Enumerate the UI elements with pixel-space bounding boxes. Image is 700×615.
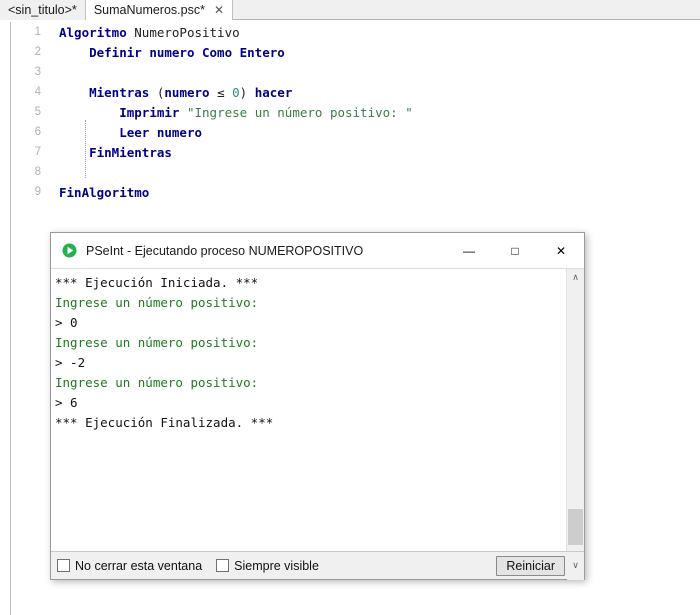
code-line: 4 Mientras (numero ≤ 0) hacer: [11, 82, 700, 102]
code-line: 3: [11, 62, 700, 82]
line-number: 5: [34, 106, 41, 118]
checkbox-label: No cerrar esta ventana: [75, 558, 203, 573]
checkbox-no-cerrar[interactable]: No cerrar esta ventana: [57, 559, 202, 573]
console-line: Ingrese un número positivo:: [55, 335, 259, 350]
line-number: 6: [34, 126, 41, 138]
tab-label: SumaNumeros.psc*: [93, 3, 205, 17]
code-text[interactable]: Definir numero Como Entero: [49, 42, 700, 62]
code-line: 2 Definir numero Como Entero: [11, 42, 700, 62]
console-line: Ingrese un número positivo:: [55, 295, 259, 310]
line-number: 3: [34, 66, 41, 78]
tab-bar: <sin_titulo>* SumaNumeros.psc* ✕: [0, 0, 700, 20]
line-number: 9: [34, 186, 41, 198]
console-line: > 0: [55, 315, 78, 330]
code-text[interactable]: FinMientras: [49, 142, 700, 162]
checkbox-box[interactable]: [57, 559, 70, 572]
line-number: 2: [34, 46, 41, 58]
line-number: 1: [34, 26, 41, 38]
scrollbar-thumb[interactable]: [568, 509, 583, 545]
dialog-body: *** Ejecución Iniciada. *** Ingrese un nú…: [51, 268, 584, 551]
code-line: 6 Leer numero: [11, 122, 700, 142]
console-output[interactable]: *** Ejecución Iniciada. *** Ingrese un nú…: [51, 269, 566, 551]
line-number: 7: [34, 146, 41, 158]
line-number: 4: [34, 86, 41, 98]
maximize-button[interactable]: □: [492, 234, 538, 268]
tab-bar-filler: [233, 0, 700, 19]
minimize-button[interactable]: —: [446, 234, 492, 268]
dialog-title: PSeInt - Ejecutando proceso NUMEROPOSITI…: [86, 243, 364, 258]
line-number: 8: [34, 166, 41, 178]
code-text[interactable]: [49, 62, 700, 82]
console-line: > -2: [55, 355, 86, 370]
code-lines: 1 Algoritmo NumeroPositivo 2 Definir numer…: [11, 22, 700, 202]
chevron-down-icon[interactable]: ∨: [567, 551, 584, 580]
tab-label: <sin_titulo>*: [8, 3, 77, 17]
code-text[interactable]: Mientras (numero ≤ 0) hacer: [49, 82, 700, 102]
scroll-up-icon[interactable]: ∧: [567, 269, 584, 286]
pseint-execution-dialog[interactable]: PSeInt - Ejecutando proceso NUMEROPOSITI…: [50, 232, 585, 580]
scrollbar-track[interactable]: [567, 286, 584, 551]
checkbox-box[interactable]: [216, 559, 230, 572]
close-icon[interactable]: ✕: [214, 4, 224, 16]
dialog-footer: No cerrar esta ventana Siempre visible R…: [51, 551, 584, 580]
code-text[interactable]: Imprimir "Ingrese un número positivo: ": [49, 102, 700, 122]
tab-sumanumeros[interactable]: SumaNumeros.psc* ✕: [84, 0, 234, 20]
code-text[interactable]: Leer numero: [49, 122, 700, 142]
code-line: 5 Imprimir "Ingrese un número positivo: …: [11, 102, 700, 122]
dialog-title-bar[interactable]: PSeInt - Ejecutando proceso NUMEROPOSITI…: [51, 233, 584, 268]
console-line: Ingrese un número positivo:: [55, 375, 259, 390]
restart-button[interactable]: Reiniciar: [496, 555, 565, 576]
code-text[interactable]: Algoritmo NumeroPositivo: [49, 22, 700, 42]
console-scrollbar[interactable]: ∧: [566, 269, 584, 551]
close-button[interactable]: ✕: [538, 234, 584, 268]
checkbox-siempre-visible[interactable]: Siempre visible: [216, 559, 319, 573]
code-line: 8: [11, 162, 700, 182]
code-text[interactable]: FinAlgoritmo: [49, 182, 700, 202]
code-line: 1 Algoritmo NumeroPositivo: [11, 22, 700, 42]
checkbox-label: Siempre visible: [234, 558, 319, 573]
pseint-play-icon: [61, 243, 77, 259]
console-line: *** Ejecución Finalizada. ***: [55, 415, 274, 430]
tab-sin-titulo[interactable]: <sin_titulo>*: [0, 0, 85, 20]
code-text[interactable]: [49, 162, 700, 182]
code-line: 9 FinAlgoritmo: [11, 182, 700, 202]
console-line: *** Ejecución Iniciada. ***: [55, 275, 259, 290]
code-line: 7 FinMientras: [11, 142, 700, 162]
console-line: > 6: [55, 395, 78, 410]
